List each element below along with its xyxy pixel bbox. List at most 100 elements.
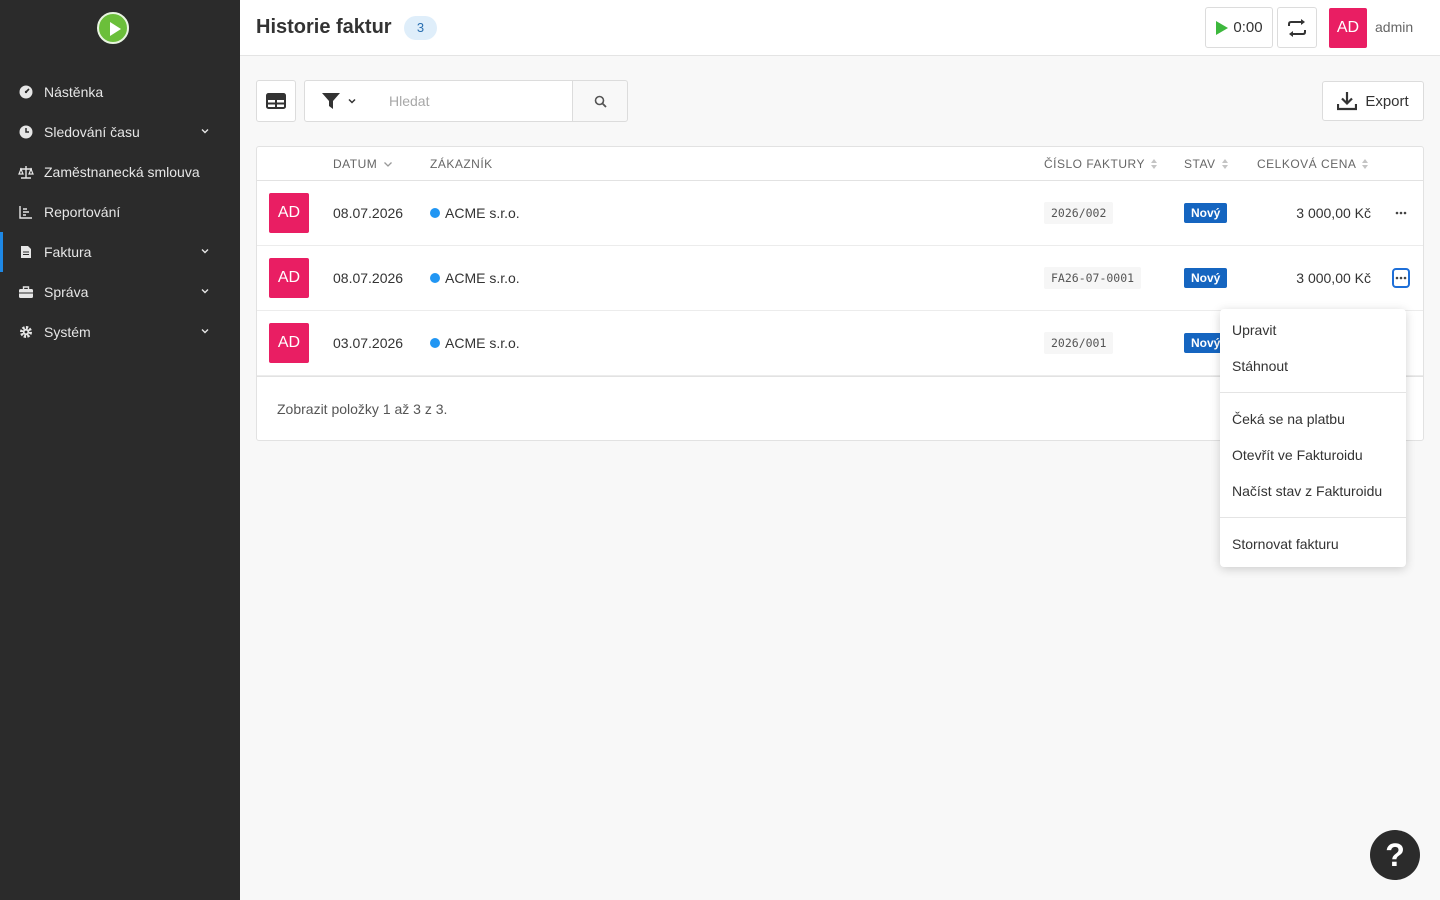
sidebar-item-system[interactable]: Systém — [0, 312, 240, 352]
table-header: DATUM ZÁKAZNÍK ČÍSLO FAKTURY STAV CELKOV… — [257, 147, 1423, 181]
help-button[interactable]: ? — [1370, 830, 1420, 880]
row-customer[interactable]: ACME s.r.o. — [430, 205, 520, 221]
chevron-down-icon — [201, 329, 209, 334]
search-button[interactable] — [572, 80, 628, 122]
sidebar-nav: Nástěnka Sledování času Zaměstnanecká sm… — [0, 72, 240, 352]
row-invoice-number: 2026/001 — [1044, 332, 1114, 354]
gear-icon — [18, 324, 34, 340]
timer-value: 0:00 — [1233, 19, 1263, 36]
avatar: AD — [269, 193, 309, 233]
menu-item-otevrit-ve-fakturoidu[interactable]: Otevřít ve Fakturoidu — [1220, 437, 1406, 473]
row-date: 08.07.2026 — [333, 205, 404, 221]
chevron-down-icon — [201, 249, 209, 254]
menu-item-upravit[interactable]: Upravit — [1220, 312, 1406, 348]
timer-button[interactable]: 0:00 — [1205, 7, 1273, 48]
table-icon — [266, 93, 286, 109]
row-date: 03.07.2026 — [333, 335, 404, 351]
sidebar-item-label: Faktura — [44, 244, 92, 260]
menu-item-stornovat-fakturu[interactable]: Stornovat fakturu — [1220, 526, 1406, 562]
customer-color-icon — [430, 273, 440, 283]
top-header: Historie faktur 3 0:00 AD admin — [240, 0, 1440, 56]
chevron-down-icon — [384, 162, 393, 167]
avatar: AD — [269, 258, 309, 298]
chevron-down-icon — [201, 129, 209, 134]
sidebar-item-sprava[interactable]: Správa — [0, 272, 240, 312]
column-date[interactable]: DATUM — [333, 157, 393, 171]
sort-icon — [1362, 158, 1369, 170]
customer-color-icon — [430, 338, 440, 348]
column-status-label: STAV — [1184, 157, 1216, 171]
column-customer[interactable]: ZÁKAZNÍK — [430, 157, 493, 171]
dashboard-icon — [18, 84, 34, 100]
column-total-label: CELKOVÁ CENA — [1257, 157, 1357, 171]
username[interactable]: admin — [1375, 19, 1413, 35]
scale-icon — [18, 164, 34, 180]
menu-item-ceka-se-na-platbu[interactable]: Čeká se na platbu — [1220, 401, 1406, 437]
sort-icon — [1221, 158, 1229, 170]
sync-icon — [1288, 18, 1306, 37]
status-badge: Nový — [1184, 268, 1228, 288]
briefcase-icon — [18, 284, 34, 300]
sidebar-item-sledovani-casu[interactable]: Sledování času — [0, 112, 240, 152]
search-input[interactable] — [373, 80, 573, 122]
customer-color-icon — [430, 208, 440, 218]
sidebar-item-nastenka[interactable]: Nástěnka — [0, 72, 240, 112]
sidebar-item-zamestnanecka-smlouva[interactable]: Zaměstnanecká smlouva — [0, 152, 240, 192]
row-total: 3 000,00 Kč — [1296, 205, 1371, 221]
sidebar-item-label: Systém — [44, 324, 91, 340]
table-row[interactable]: AD 08.07.2026 ACME s.r.o. 2026/002 Nový … — [257, 181, 1423, 246]
menu-item-nacist-stav-z-fakturoidu[interactable]: Načíst stav z Fakturoidu — [1220, 473, 1406, 509]
menu-divider — [1220, 392, 1406, 393]
row-customer-label: ACME s.r.o. — [445, 270, 520, 286]
pagination-info: Zobrazit položky 1 až 3 z 3. — [277, 401, 448, 417]
search-icon — [594, 95, 607, 108]
sort-icon — [1150, 158, 1158, 170]
more-horizontal-icon — [1395, 211, 1407, 215]
column-total[interactable]: CELKOVÁ CENA — [1257, 157, 1369, 171]
sidebar-item-reportovani[interactable]: Reportování — [0, 192, 240, 232]
table-row[interactable]: AD 08.07.2026 ACME s.r.o. FA26-07-0001 N… — [257, 246, 1423, 311]
chevron-down-icon — [201, 289, 209, 294]
file-icon — [18, 244, 34, 260]
sidebar-item-label: Správa — [44, 284, 89, 300]
column-customer-label: ZÁKAZNÍK — [430, 157, 493, 171]
row-actions-button[interactable] — [1392, 203, 1410, 223]
sidebar: Nástěnka Sledování času Zaměstnanecká sm… — [0, 0, 240, 900]
column-invoice-number[interactable]: ČÍSLO FAKTURY — [1044, 157, 1158, 171]
user-avatar[interactable]: AD — [1329, 8, 1367, 48]
column-status[interactable]: STAV — [1184, 157, 1229, 171]
row-actions-menu: Upravit Stáhnout Čeká se na platbu Otevř… — [1220, 309, 1406, 567]
more-horizontal-icon — [1395, 276, 1407, 280]
avatar: AD — [269, 323, 309, 363]
download-icon — [1337, 92, 1358, 111]
row-customer-label: ACME s.r.o. — [445, 335, 520, 351]
clock-icon — [18, 124, 34, 140]
row-customer-label: ACME s.r.o. — [445, 205, 520, 221]
chart-icon — [18, 204, 34, 220]
row-actions-button[interactable] — [1392, 268, 1410, 288]
app-logo-icon[interactable] — [97, 12, 129, 44]
export-button[interactable]: Export — [1322, 81, 1424, 121]
column-date-label: DATUM — [333, 157, 378, 171]
menu-divider — [1220, 517, 1406, 518]
sidebar-item-label: Sledování času — [44, 124, 140, 140]
sync-button[interactable] — [1277, 7, 1317, 48]
chevron-down-icon — [348, 98, 356, 104]
row-invoice-number: 2026/002 — [1044, 202, 1114, 224]
filter-button[interactable] — [304, 80, 374, 122]
sidebar-item-label: Reportování — [44, 204, 121, 220]
sidebar-item-faktura[interactable]: Faktura — [0, 232, 240, 272]
row-date: 08.07.2026 — [333, 270, 404, 286]
menu-item-stahnout[interactable]: Stáhnout — [1220, 348, 1406, 384]
column-invoice-number-label: ČÍSLO FAKTURY — [1044, 157, 1145, 171]
table-view-button[interactable] — [256, 80, 296, 122]
export-label: Export — [1365, 92, 1409, 110]
play-icon — [1216, 20, 1229, 35]
row-total: 3 000,00 Kč — [1296, 270, 1371, 286]
row-customer[interactable]: ACME s.r.o. — [430, 335, 520, 351]
count-badge: 3 — [404, 16, 437, 40]
row-invoice-number: FA26-07-0001 — [1044, 267, 1142, 289]
status-badge: Nový — [1184, 203, 1228, 223]
page-title: Historie faktur — [256, 16, 392, 38]
row-customer[interactable]: ACME s.r.o. — [430, 270, 520, 286]
